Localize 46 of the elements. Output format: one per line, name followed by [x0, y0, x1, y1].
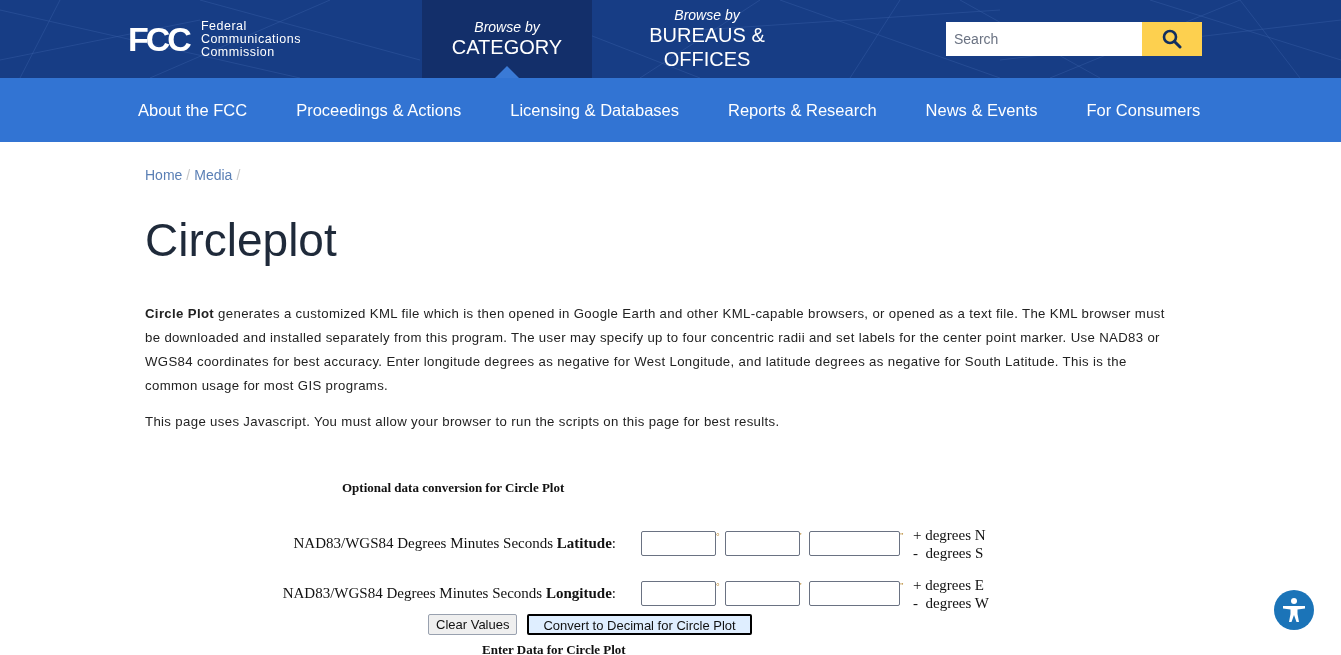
form-button[interactable]: Clear Values [428, 613, 518, 635]
unit-mark: " [900, 531, 905, 541]
field-label: NAD83/WGS84 Degrees Minutes Seconds Longitude: [281, 584, 616, 604]
search-button[interactable] [1142, 22, 1202, 56]
browse-tab[interactable]: Browse by BUREAUS & OFFICES [592, 0, 822, 78]
unit-mark: ° [716, 581, 721, 591]
accessibility-button[interactable] [1274, 590, 1314, 630]
nav-link[interactable]: News & Events [925, 97, 1038, 123]
coordinate-input[interactable] [809, 581, 900, 606]
breadcrumb-link[interactable]: Media [194, 165, 233, 186]
direction-hint: - degrees S [913, 543, 985, 562]
logo-text: Commission [200, 45, 276, 59]
nav-link[interactable]: Reports & Research [728, 97, 877, 123]
breadcrumb-separator: / [236, 166, 241, 185]
nav-link[interactable]: For Consumers [1086, 97, 1201, 123]
nav-link[interactable]: About the FCC [138, 97, 248, 123]
paragraph: Circle Plot generates a customized KML file which is then opened in Google Earth and other KML-capable browsers, or opened as a text file. The KML browser must be downloaded and installed separately from this program. The user may specify up to four concentric radii and set labels for the center point marker. Use NAD83 or WGS84 coordinates for best accuracy. Enter longitude degrees as negative for West Longitude, and latitude degrees as negative for South Latitude. This is the common usage for most GIS programs. [145, 305, 1166, 395]
browse-tab[interactable]: Browse by CATEGORY [422, 0, 592, 78]
coordinate-input[interactable] [641, 581, 716, 606]
field-label: NAD83/WGS84 Degrees Minutes Seconds Latitude: [292, 534, 616, 554]
search-icon [1162, 29, 1182, 49]
form-button[interactable]: Convert to Decimal for Circle Plot [527, 613, 752, 635]
page-title: Circleplot [145, 213, 338, 268]
unit-mark: ' [800, 531, 803, 541]
logo-mark[interactable]: FCC [128, 22, 189, 56]
coordinate-input[interactable] [725, 581, 800, 606]
form-heading: Enter Data for Circle Plot [482, 642, 627, 655]
direction-hint: + degrees E [913, 575, 985, 594]
unit-mark: ' [800, 581, 803, 591]
logo-text: Communications [200, 32, 301, 46]
coordinate-input[interactable] [809, 531, 900, 556]
logo-text: Federal [200, 19, 248, 33]
coordinate-input[interactable] [725, 531, 800, 556]
unit-mark: ° [716, 531, 721, 541]
nav-link[interactable]: Licensing & Databases [510, 97, 680, 123]
direction-hint: + degrees N [913, 525, 986, 544]
direction-hint: - degrees W [913, 593, 989, 612]
paragraph: This page uses Javascript. You must allow your browser to run the scripts on this page for best results. [145, 413, 781, 431]
accessibility-icon [1280, 596, 1308, 624]
nav-link[interactable]: Proceedings & Actions [296, 97, 462, 123]
unit-mark: " [900, 581, 905, 591]
form-heading: Optional data conversion for Circle Plot [342, 479, 566, 497]
search-field[interactable]: Search [946, 22, 1142, 56]
breadcrumb-separator: / [186, 166, 191, 185]
breadcrumb-link[interactable]: Home [145, 165, 183, 186]
coordinate-input[interactable] [641, 531, 716, 556]
